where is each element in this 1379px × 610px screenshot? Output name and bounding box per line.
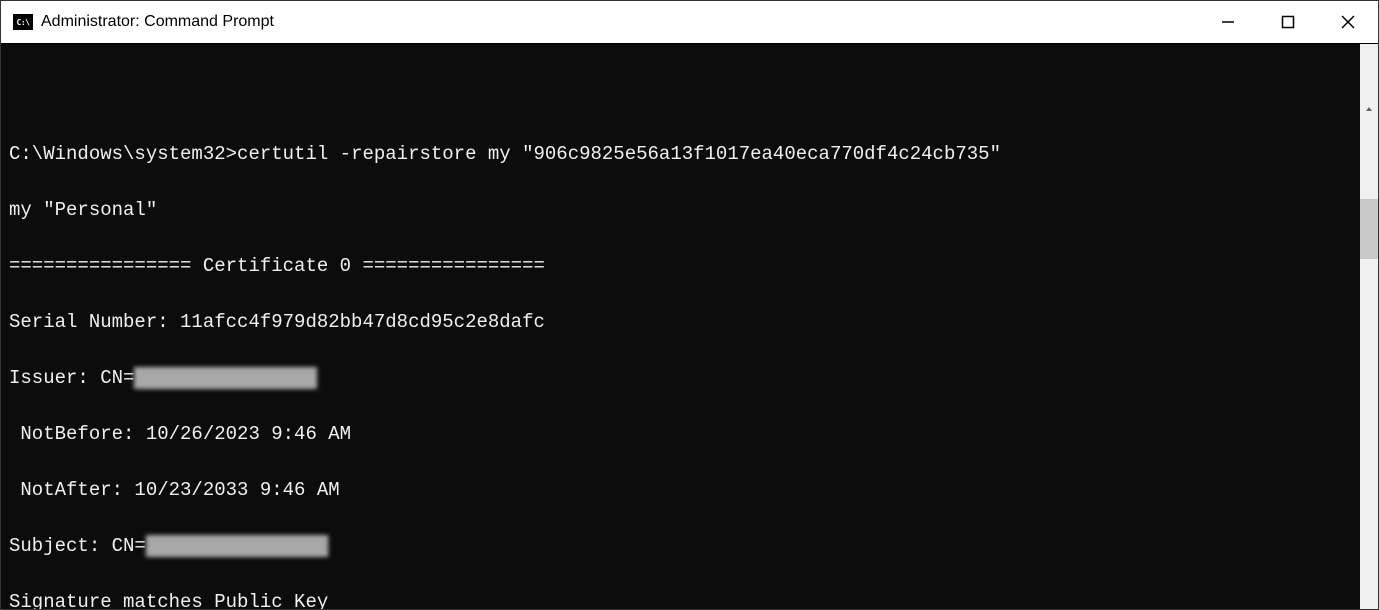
- titlebar: C:\ Administrator: Command Prompt: [1, 1, 1378, 44]
- minimize-button[interactable]: [1198, 1, 1258, 43]
- close-icon: [1341, 15, 1355, 29]
- terminal-line: ================ Certificate 0 =========…: [9, 252, 1352, 280]
- terminal-line: C:\Windows\system32>certutil -repairstor…: [9, 140, 1352, 168]
- terminal-line: Signature matches Public Key: [9, 588, 1352, 609]
- maximize-button[interactable]: [1258, 1, 1318, 43]
- window-controls: [1198, 1, 1378, 43]
- terminal[interactable]: C:\Windows\system32>certutil -repairstor…: [1, 44, 1378, 609]
- command: certutil -repairstore my "906c9825e56a13…: [237, 143, 1001, 165]
- terminal-line: NotBefore: 10/26/2023 9:46 AM: [9, 420, 1352, 448]
- close-button[interactable]: [1318, 1, 1378, 43]
- terminal-line: Issuer: CN=████████████████: [9, 364, 1352, 392]
- prompt: C:\Windows\system32>: [9, 143, 237, 165]
- subject-redacted: ████████████████: [146, 535, 328, 557]
- terminal-line: my "Personal": [9, 196, 1352, 224]
- terminal-line: Serial Number: 11afcc4f979d82bb47d8cd95c…: [9, 308, 1352, 336]
- terminal-content: C:\Windows\system32>certutil -repairstor…: [9, 112, 1352, 609]
- cmd-icon: C:\: [13, 14, 33, 30]
- terminal-line: Subject: CN=████████████████: [9, 532, 1352, 560]
- window-title: Administrator: Command Prompt: [41, 13, 1198, 31]
- terminal-line: NotAfter: 10/23/2033 9:46 AM: [9, 476, 1352, 504]
- issuer-prefix: Issuer: CN=: [9, 367, 134, 389]
- cmd-icon-text: C:\: [17, 18, 30, 27]
- issuer-redacted: ████████████████: [134, 367, 316, 389]
- scrollbar-up-button[interactable]: [1360, 100, 1378, 118]
- scrollbar-track[interactable]: [1360, 174, 1378, 609]
- minimize-icon: [1221, 15, 1235, 29]
- maximize-icon: [1281, 15, 1295, 29]
- subject-prefix: Subject: CN=: [9, 535, 146, 557]
- scrollbar[interactable]: [1360, 44, 1378, 609]
- chevron-up-icon: [1365, 105, 1373, 113]
- scrollbar-thumb[interactable]: [1360, 199, 1378, 259]
